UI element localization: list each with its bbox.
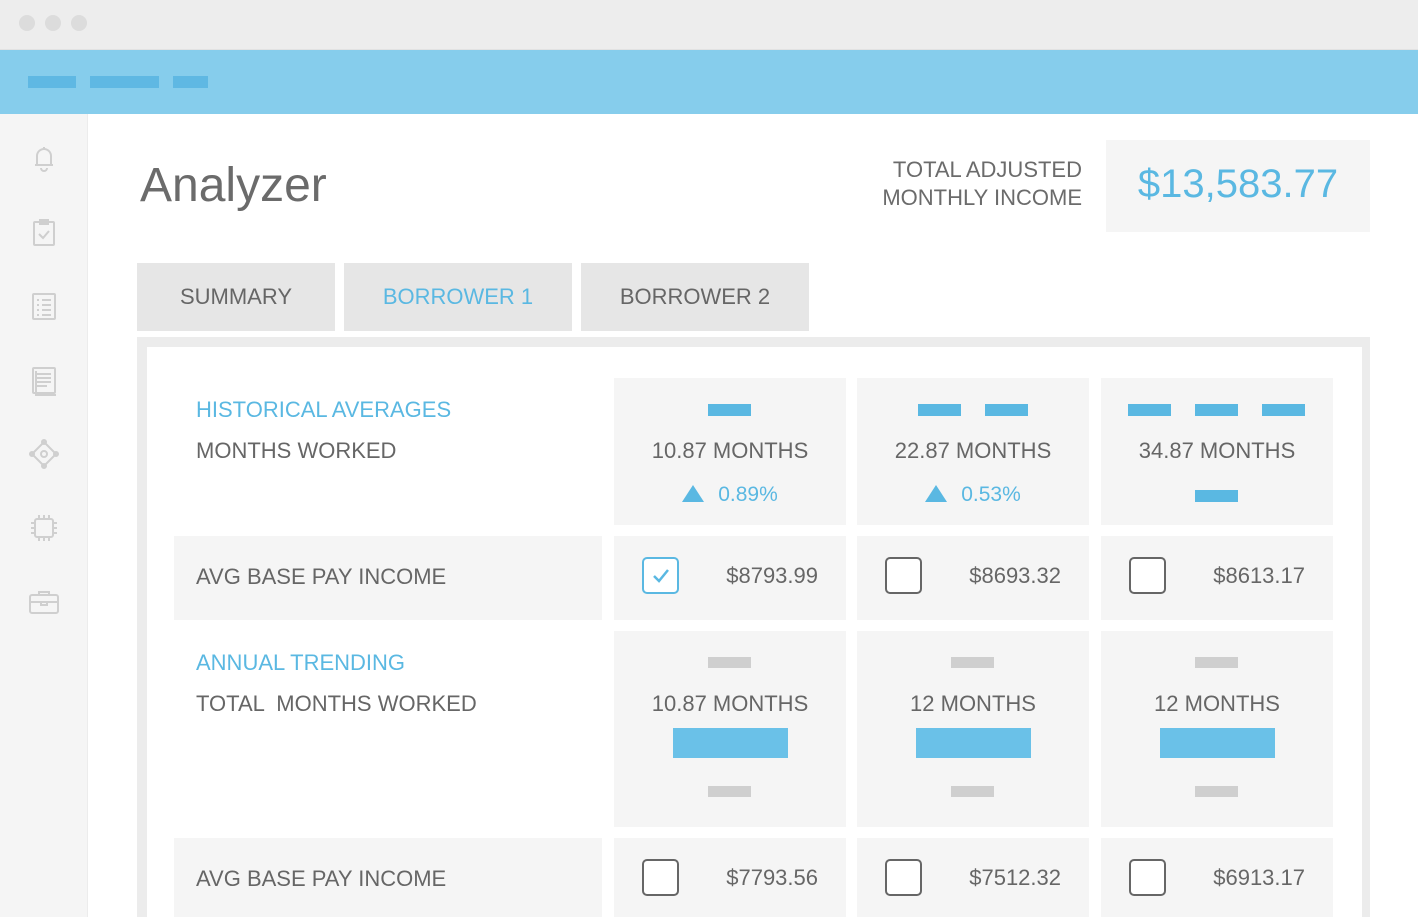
nav-placeholder-2[interactable] bbox=[90, 76, 159, 88]
historical-averages-title: HISTORICAL AVERAGES bbox=[196, 397, 452, 422]
annual-trending-title: ANNUAL TRENDING bbox=[196, 650, 406, 675]
window-close-dot[interactable] bbox=[19, 15, 35, 31]
months-value: 12 MONTHS bbox=[910, 691, 1036, 716]
briefcase-icon[interactable] bbox=[26, 584, 62, 620]
window-titlebar bbox=[0, 0, 1418, 50]
bell-icon[interactable] bbox=[26, 140, 62, 176]
income-cell: $7512.32 bbox=[857, 838, 1089, 917]
avg-base-pay-income-label: AVG BASE PAY INCOME bbox=[196, 866, 447, 891]
change-percent: 0.53% bbox=[857, 483, 1089, 507]
sidebar bbox=[0, 114, 88, 917]
annual-column-2: 12 MONTHS bbox=[857, 631, 1089, 827]
historical-column-2: 22.87 MONTHS 0.53% bbox=[857, 378, 1089, 525]
select-checkbox[interactable] bbox=[1129, 557, 1166, 594]
clipboard-check-icon[interactable] bbox=[26, 214, 62, 250]
months-worked-label: MONTHS WORKED bbox=[196, 438, 397, 463]
top-navbar bbox=[0, 50, 1418, 114]
months-value: 12 MONTHS bbox=[1154, 691, 1280, 716]
months-value: 22.87 MONTHS bbox=[894, 438, 1052, 463]
income-row-label-box: AVG BASE PAY INCOME bbox=[174, 838, 602, 917]
page-title: Analyzer bbox=[140, 159, 327, 212]
trend-up-icon bbox=[925, 485, 948, 502]
window-maximize-dot[interactable] bbox=[71, 15, 87, 31]
period-marker bbox=[918, 404, 961, 416]
income-amount: $8793.99 bbox=[726, 563, 818, 588]
months-value: 10.87 MONTHS bbox=[651, 691, 809, 716]
list-icon[interactable] bbox=[26, 288, 62, 324]
chip-icon[interactable] bbox=[26, 510, 62, 546]
income-cell: $6913.17 bbox=[1101, 838, 1333, 917]
change-percent-value: 0.53% bbox=[961, 483, 1021, 506]
trend-up-icon bbox=[682, 485, 705, 502]
check-icon bbox=[653, 569, 669, 583]
window-minimize-dot[interactable] bbox=[45, 15, 61, 31]
tab-borrower-2[interactable]: BORROWER 2 bbox=[581, 263, 809, 331]
period-marker bbox=[1262, 404, 1305, 416]
placeholder-mark bbox=[1195, 657, 1238, 668]
tab-borrower-1[interactable]: BORROWER 1 bbox=[344, 263, 572, 331]
income-amount: $6913.17 bbox=[1213, 865, 1305, 890]
placeholder-mark bbox=[708, 786, 751, 797]
total-income-value: $13,583.77 bbox=[1137, 162, 1339, 206]
flat-trend-icon bbox=[1195, 490, 1238, 502]
select-checkbox[interactable] bbox=[885, 557, 922, 594]
select-checkbox[interactable] bbox=[1129, 859, 1166, 896]
placeholder-mark bbox=[1195, 786, 1238, 797]
months-value: 34.87 MONTHS bbox=[1138, 438, 1296, 463]
historical-column-1: 10.87 MONTHS 0.89% bbox=[614, 378, 846, 525]
select-checkbox[interactable] bbox=[642, 557, 679, 594]
document-icon[interactable] bbox=[26, 362, 62, 398]
income-cell: $7793.56 bbox=[614, 838, 846, 917]
income-row-label-box: AVG BASE PAY INCOME bbox=[174, 536, 602, 620]
period-marker bbox=[708, 404, 751, 416]
annual-column-3: 12 MONTHS bbox=[1101, 631, 1333, 827]
change-percent: 0.89% bbox=[614, 483, 846, 507]
period-marker bbox=[1128, 404, 1171, 416]
nav-placeholder-3[interactable] bbox=[173, 76, 208, 88]
income-amount: $7512.32 bbox=[969, 865, 1061, 890]
select-checkbox[interactable] bbox=[642, 859, 679, 896]
placeholder-mark bbox=[708, 657, 751, 668]
total-income-label: TOTAL ADJUSTED MONTHLY INCOME bbox=[860, 156, 1082, 212]
period-marker bbox=[985, 404, 1028, 416]
tab-summary[interactable]: SUMMARY bbox=[137, 263, 335, 331]
total-income-label-line2: MONTHLY INCOME bbox=[882, 185, 1082, 210]
months-value: 10.87 MONTHS bbox=[651, 438, 809, 463]
income-amount: $7793.56 bbox=[726, 865, 818, 890]
trend-bar bbox=[673, 728, 788, 758]
placeholder-mark bbox=[951, 786, 994, 797]
income-amount: $8693.32 bbox=[969, 563, 1061, 588]
trend-bar bbox=[916, 728, 1031, 758]
select-checkbox[interactable] bbox=[885, 859, 922, 896]
historical-column-3: 34.87 MONTHS bbox=[1101, 378, 1333, 525]
trend-bar bbox=[1160, 728, 1275, 758]
total-months-worked-label: TOTAL MONTHS WORKED bbox=[196, 691, 477, 716]
nav-placeholder-1[interactable] bbox=[28, 76, 76, 88]
total-income-box: $13,583.77 bbox=[1106, 140, 1370, 232]
change-percent-value: 0.89% bbox=[718, 483, 778, 506]
income-cell: $8693.32 bbox=[857, 536, 1089, 620]
annual-column-1: 10.87 MONTHS bbox=[614, 631, 846, 827]
income-amount: $8613.17 bbox=[1213, 563, 1305, 588]
period-marker bbox=[1195, 404, 1238, 416]
income-cell: $8613.17 bbox=[1101, 536, 1333, 620]
network-icon[interactable] bbox=[26, 436, 62, 472]
income-cell: $8793.99 bbox=[614, 536, 846, 620]
avg-base-pay-income-label: AVG BASE PAY INCOME bbox=[196, 564, 447, 589]
total-income-label-line1: TOTAL ADJUSTED bbox=[892, 157, 1082, 182]
placeholder-mark bbox=[951, 657, 994, 668]
